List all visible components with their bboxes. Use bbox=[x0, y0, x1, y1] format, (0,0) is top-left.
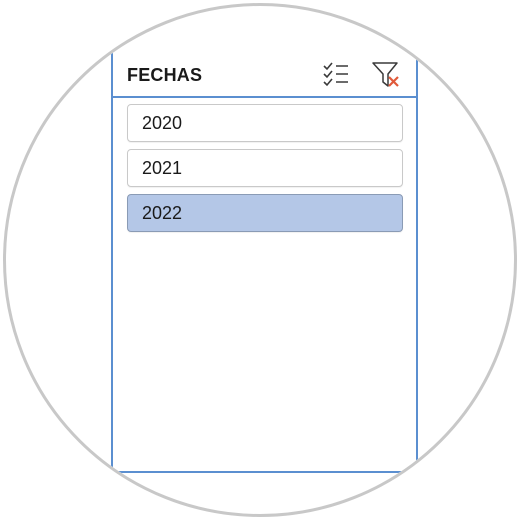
circular-frame: FECHAS 2020 2021 2022 bbox=[3, 3, 517, 517]
slicer-item-2020[interactable]: 2020 bbox=[127, 104, 403, 142]
multi-select-icon[interactable] bbox=[321, 60, 351, 90]
slicer-title: FECHAS bbox=[127, 65, 203, 85]
slicer-item-2021[interactable]: 2021 bbox=[127, 149, 403, 187]
slicer-panel: FECHAS 2020 2021 2022 bbox=[111, 52, 418, 473]
clear-filter-icon[interactable] bbox=[371, 60, 401, 90]
slicer-header: FECHAS bbox=[113, 52, 416, 98]
slicer-item-2022[interactable]: 2022 bbox=[127, 194, 403, 232]
slicer-items-list: 2020 2021 2022 bbox=[127, 104, 405, 239]
